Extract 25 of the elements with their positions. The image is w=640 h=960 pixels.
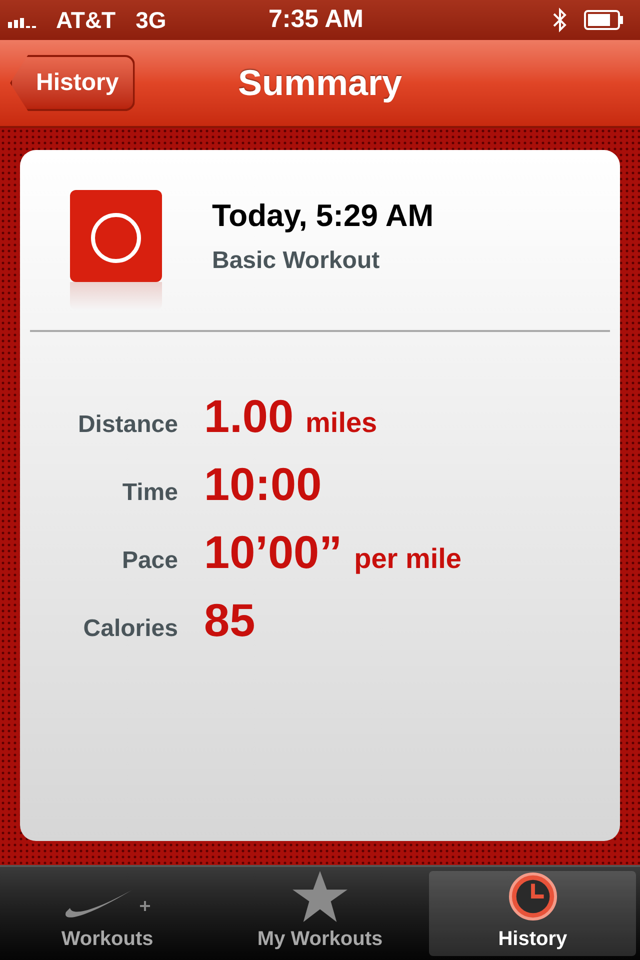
stat-value: 1.00 (204, 389, 294, 444)
star-icon (292, 871, 348, 922)
bluetooth-icon (552, 6, 568, 34)
battery-icon (584, 10, 624, 30)
stat-label: Time (121, 478, 178, 508)
tab[interactable]: My Workouts (216, 871, 424, 956)
stat-unit: per mile (354, 542, 462, 576)
network-type: 3G (136, 6, 166, 35)
workout-type: Basic Workout (212, 246, 381, 276)
stat-value: 85 (204, 593, 256, 648)
status-time: 7:35 AM (268, 4, 364, 36)
stat-value: 10:00 (204, 457, 322, 512)
back-button[interactable]: History (10, 55, 135, 111)
tab[interactable]: Workouts (4, 871, 211, 956)
workout-icon (70, 190, 162, 282)
stat-value: 10’00” (204, 525, 342, 580)
clock-icon (506, 871, 559, 922)
tab[interactable]: History (429, 871, 636, 956)
stat-unit: miles (306, 406, 378, 440)
stat-label: Calories (82, 614, 178, 644)
screen-title: Summary (238, 61, 402, 105)
carrier-name: AT&T (56, 6, 116, 35)
stat-label: Distance (76, 410, 178, 440)
workout-date: Today, 5:29 AM (212, 196, 434, 235)
stat-label: Pace (120, 546, 178, 576)
